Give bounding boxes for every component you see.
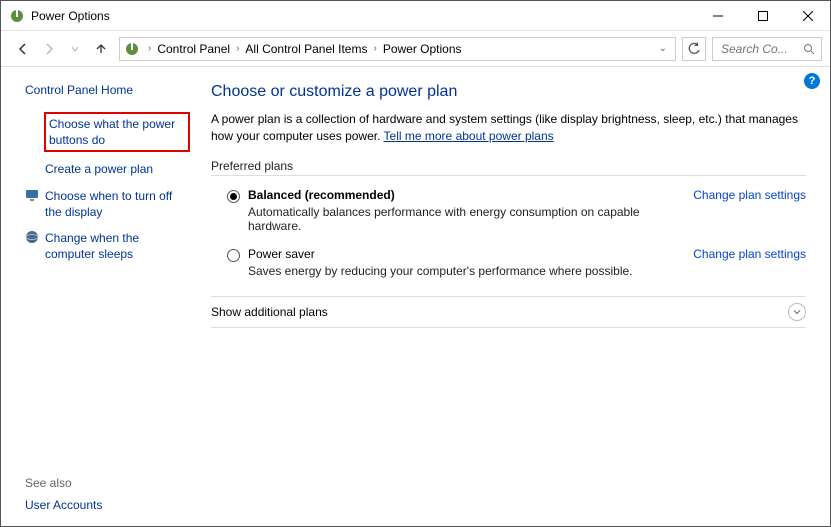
breadcrumb-item[interactable]: All Control Panel Items: [243, 42, 369, 56]
plan-powersaver-desc: Saves energy by reducing your computer's…: [248, 264, 681, 278]
search-box[interactable]: [712, 37, 822, 61]
show-additional-label: Show additional plans: [211, 305, 788, 319]
plan-balanced-name[interactable]: Balanced (recommended): [248, 188, 681, 202]
search-input[interactable]: [719, 41, 789, 57]
preferred-plans-label: Preferred plans: [211, 159, 806, 176]
search-icon: [803, 43, 815, 55]
plan-balanced-change-link[interactable]: Change plan settings: [693, 188, 806, 202]
plan-balanced-desc: Automatically balances performance with …: [248, 205, 681, 233]
see-also-section: See also User Accounts: [25, 476, 102, 512]
plan-balanced: Balanced (recommended) Automatically bal…: [211, 188, 806, 247]
breadcrumb-item[interactable]: Control Panel: [155, 42, 232, 56]
up-button[interactable]: [89, 37, 113, 61]
breadcrumb-dropdown[interactable]: ⌄: [655, 43, 671, 54]
display-icon: [25, 188, 39, 202]
refresh-button[interactable]: [682, 37, 706, 61]
titlebar: Power Options: [1, 1, 830, 31]
breadcrumb-icon: [124, 41, 140, 57]
breadcrumb-bar[interactable]: › Control Panel › All Control Panel Item…: [119, 37, 676, 61]
app-icon: [9, 8, 25, 24]
recent-dropdown[interactable]: [63, 37, 87, 61]
chevron-right-icon[interactable]: ›: [369, 43, 380, 54]
plan-powersaver-name[interactable]: Power saver: [248, 247, 681, 261]
show-additional-row[interactable]: Show additional plans: [211, 296, 806, 328]
minimize-button[interactable]: [695, 1, 740, 30]
globe-icon: [25, 230, 39, 244]
see-also-user-accounts[interactable]: User Accounts: [25, 498, 102, 512]
main-panel: Choose or customize a power plan A power…: [201, 67, 830, 526]
expand-chevron-icon[interactable]: [788, 303, 806, 321]
breadcrumb-item[interactable]: Power Options: [381, 42, 464, 56]
chevron-right-icon[interactable]: ›: [232, 43, 243, 54]
page-description: A power plan is a collection of hardware…: [211, 111, 806, 145]
plan-powersaver-radio[interactable]: [227, 249, 240, 262]
sidebar-turn-off-display[interactable]: Choose when to turn off the display: [45, 188, 189, 220]
content-area: ? Control Panel Home Choose what the pow…: [1, 67, 830, 526]
close-button[interactable]: [785, 1, 830, 30]
tell-me-more-link[interactable]: Tell me more about power plans: [384, 129, 554, 143]
see-also-label: See also: [25, 476, 102, 490]
chevron-right-icon[interactable]: ›: [144, 43, 155, 54]
control-panel-home-link[interactable]: Control Panel Home: [25, 83, 189, 97]
sidebar-create-plan[interactable]: Create a power plan: [45, 161, 153, 177]
sidebar: Control Panel Home Choose what the power…: [1, 67, 201, 526]
navbar: › Control Panel › All Control Panel Item…: [1, 31, 830, 67]
maximize-button[interactable]: [740, 1, 785, 30]
plan-balanced-radio[interactable]: [227, 190, 240, 203]
plan-powersaver: Power saver Saves energy by reducing you…: [211, 247, 806, 292]
sidebar-computer-sleeps[interactable]: Change when the computer sleeps: [45, 230, 189, 262]
sidebar-choose-power-buttons[interactable]: Choose what the power buttons do: [45, 113, 189, 151]
page-heading: Choose or customize a power plan: [211, 83, 806, 101]
plan-powersaver-change-link[interactable]: Change plan settings: [693, 247, 806, 261]
forward-button[interactable]: [37, 37, 61, 61]
back-button[interactable]: [11, 37, 35, 61]
window-title: Power Options: [31, 9, 110, 23]
